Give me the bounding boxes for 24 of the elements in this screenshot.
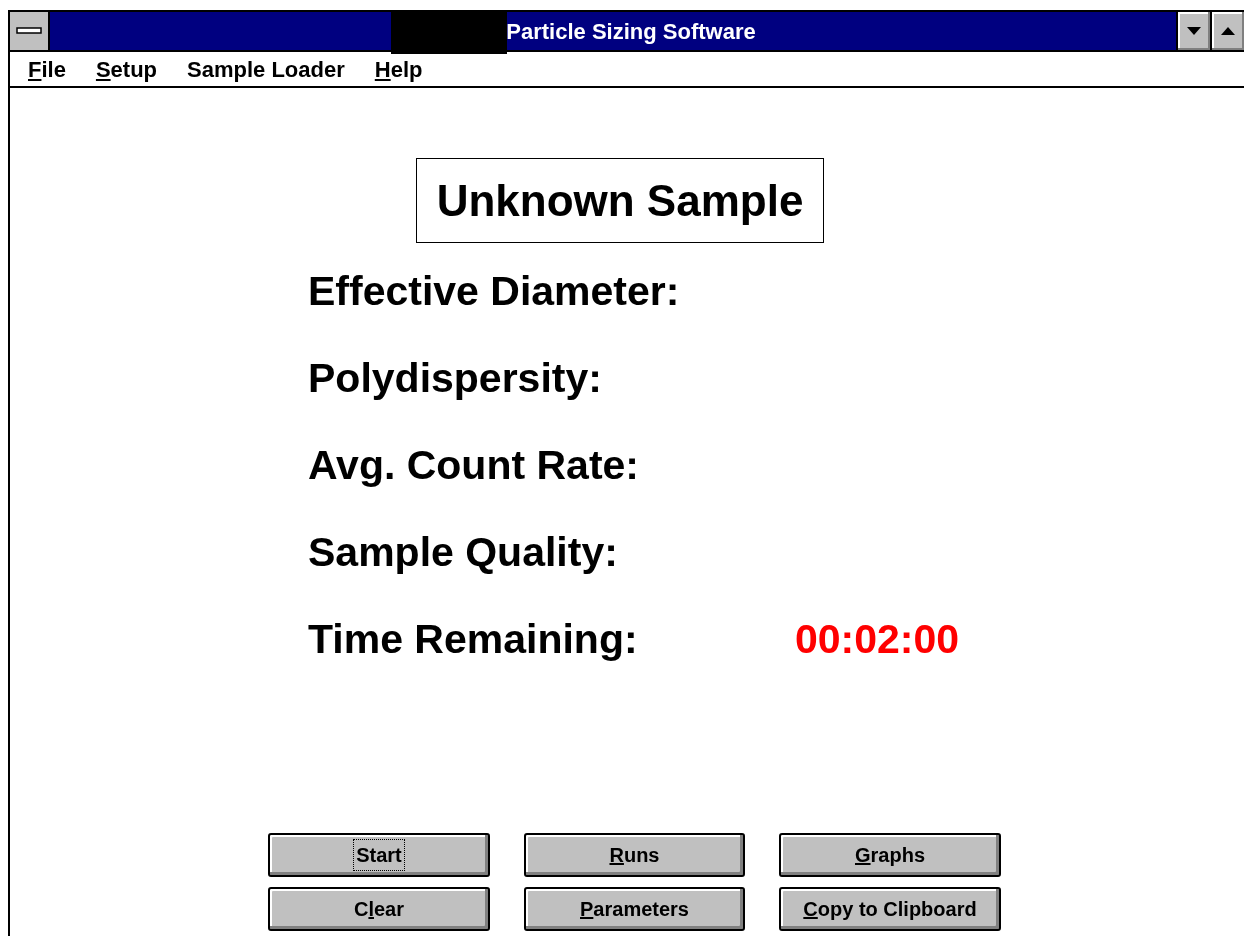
minus-icon [16,27,42,35]
down-arrow-icon [1187,27,1201,35]
result-label: Time Remaining: [308,615,639,665]
system-menu-button[interactable] [10,12,50,50]
menu-item[interactable]: Sample Loader [187,52,345,86]
menu-item[interactable]: Help [374,52,423,86]
result-label: Avg. Count Rate: [308,441,641,491]
up-arrow-icon [1221,27,1235,35]
result-label: Effective Diameter: [308,267,681,317]
result-label: Polydispersity: [308,354,603,404]
window-title: Particle Sizing Software [505,17,756,46]
menu-item[interactable]: Setup [95,52,158,86]
command-button[interactable]: Graphs [779,833,1001,877]
command-button[interactable]: Copy to Clipboard [779,887,1001,931]
minimize-button[interactable] [1176,12,1210,50]
sample-name-box: Unknown Sample [415,158,825,243]
maximize-button[interactable] [1210,12,1244,50]
result-label: Sample Quality: [308,528,619,578]
command-button[interactable]: Clear [268,887,490,931]
menu-item[interactable]: File [28,52,66,86]
command-button[interactable]: Start [268,833,490,877]
result-value: 00:02:00 [795,615,960,665]
command-button[interactable]: Parameters [524,887,745,931]
command-button[interactable]: Runs [524,833,745,877]
